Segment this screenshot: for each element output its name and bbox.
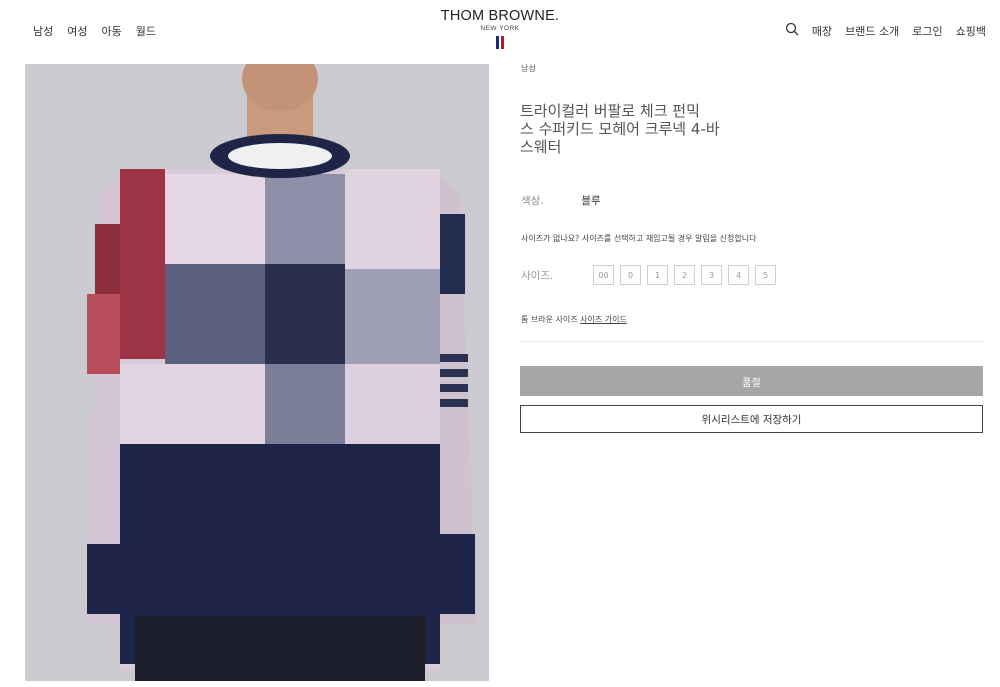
color-row: 색상. 블루 <box>521 193 601 208</box>
size-guide-prefix: 톰 브라운 사이즈 <box>521 315 578 324</box>
size-guide-row: 톰 브라운 사이즈 사이즈 가이드 <box>521 314 627 325</box>
nav-shopping-bag[interactable]: 쇼핑백 <box>956 23 986 39</box>
size-guide-link[interactable]: 사이즈 가이드 <box>580 315 627 324</box>
product-image[interactable] <box>25 64 489 681</box>
size-option-1[interactable]: 1 <box>647 265 668 285</box>
size-option-5[interactable]: 5 <box>755 265 776 285</box>
nav-login[interactable]: 로그인 <box>912 23 942 39</box>
sweater-photo <box>25 64 489 681</box>
search-icon[interactable] <box>785 22 799 39</box>
divider <box>520 341 983 342</box>
color-label: 색상. <box>521 195 544 207</box>
utility-nav: 매장 브랜드 소개 로그인 쇼핑백 <box>785 22 986 39</box>
size-option-00[interactable]: 00 <box>593 265 614 285</box>
size-option-0[interactable]: 0 <box>620 265 641 285</box>
color-value: 블루 <box>581 195 601 207</box>
size-label: 사이즈. <box>521 269 554 282</box>
size-option-3[interactable]: 3 <box>701 265 722 285</box>
breadcrumb[interactable]: 남성 <box>521 63 536 74</box>
size-option-2[interactable]: 2 <box>674 265 695 285</box>
product-title: 트라이컬러 버팔로 체크 펀믹 스 수퍼키드 모헤어 크루넥 4-바 스웨터 <box>520 102 720 156</box>
soldout-button[interactable]: 품절 <box>520 366 983 396</box>
wishlist-button[interactable]: 위시리스트에 저장하기 <box>520 405 983 433</box>
size-selector: 사이즈. 00 0 1 2 3 4 5 <box>521 265 782 285</box>
nav-about-brand[interactable]: 브랜드 소개 <box>845 23 899 39</box>
size-notice: 사이즈가 없나요? 사이즈를 선택하고 재입고될 경우 알림을 신청합니다 <box>521 234 757 243</box>
nav-stores[interactable]: 매장 <box>812 23 832 39</box>
size-option-4[interactable]: 4 <box>728 265 749 285</box>
